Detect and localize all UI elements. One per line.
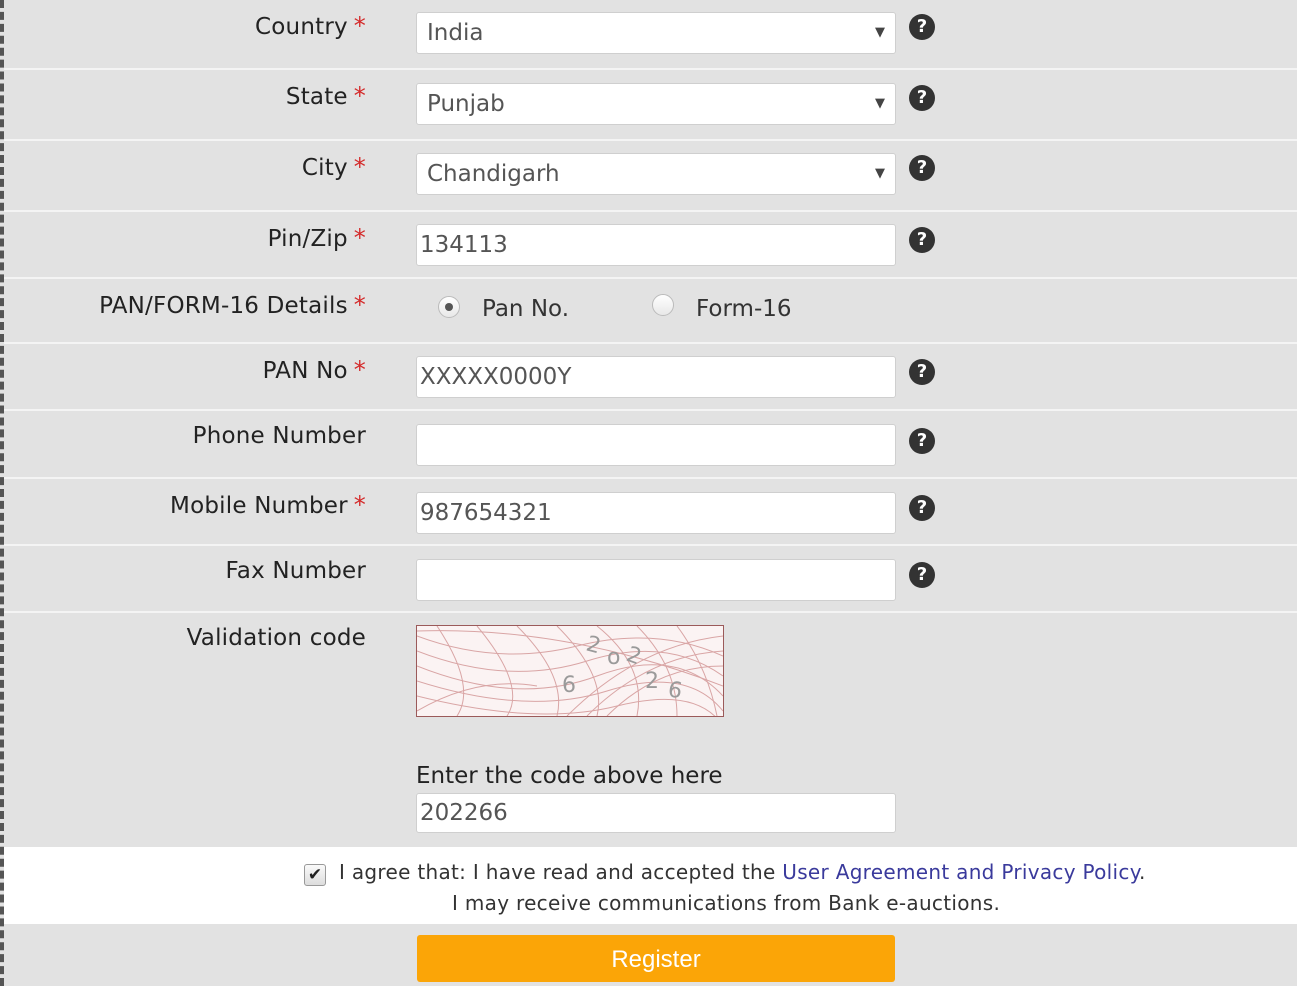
svg-text:2: 2 (583, 632, 603, 660)
chevron-down-icon: ▼ (875, 25, 885, 40)
state-label: State * (285, 82, 366, 110)
validation-label: Validation code (186, 625, 366, 651)
required-marker: * (353, 356, 366, 384)
help-icon[interactable]: ? (909, 495, 935, 521)
pan-no-input[interactable] (416, 356, 896, 398)
captcha-image: 2 o 2 6 2 6 (416, 625, 724, 717)
register-button[interactable]: Register (417, 935, 895, 982)
city-label: City * (301, 153, 366, 181)
pan-no-label: PAN No * (262, 356, 366, 384)
state-value: Punjab (427, 91, 505, 117)
required-marker: * (353, 224, 366, 252)
svg-text:o: o (607, 645, 620, 670)
required-marker: * (353, 12, 366, 40)
pin-input[interactable] (416, 224, 896, 266)
help-icon[interactable]: ? (909, 14, 935, 40)
phone-row: Phone Number ? (4, 411, 1297, 479)
city-row: City * Chandigarh ▼ ? (4, 141, 1297, 212)
validation-code-input[interactable] (416, 793, 896, 833)
svg-text:2: 2 (645, 669, 659, 694)
user-agreement-link[interactable]: User Agreement and Privacy Policy (782, 860, 1139, 884)
country-row: Country * India ▼ ? (4, 0, 1297, 70)
form16-radio-label[interactable]: Form-16 (696, 296, 792, 322)
city-value: Chandigarh (427, 161, 560, 187)
validation-row: Validation code 2 o 2 6 2 6 Enter the co… (4, 613, 1297, 847)
agree-checkbox[interactable]: ✔ (304, 864, 326, 886)
country-label: Country * (255, 12, 366, 40)
fax-row: Fax Number ? (4, 546, 1297, 613)
required-marker: * (353, 82, 366, 110)
agreement-section: ✔ I agree that: I have read and accepted… (4, 847, 1297, 924)
fax-input[interactable] (416, 559, 896, 601)
country-select[interactable]: India ▼ (416, 12, 896, 54)
pin-row: Pin/Zip* ? (4, 212, 1297, 279)
help-icon[interactable]: ? (909, 85, 935, 111)
help-icon[interactable]: ? (909, 155, 935, 181)
help-icon[interactable]: ? (909, 428, 935, 454)
pan-form-row: PAN/FORM-16 Details * Pan No. Form-16 (4, 279, 1297, 344)
required-marker: * (353, 291, 366, 319)
required-marker: * (353, 491, 366, 519)
help-icon[interactable]: ? (909, 562, 935, 588)
help-icon[interactable]: ? (909, 227, 935, 253)
enter-code-label: Enter the code above here (416, 763, 723, 789)
phone-input[interactable] (416, 424, 896, 466)
help-icon[interactable]: ? (909, 359, 935, 385)
mobile-label: Mobile Number * (170, 491, 366, 519)
pan-no-row: PAN No* ? (4, 344, 1297, 411)
state-select[interactable]: Punjab ▼ (416, 83, 896, 125)
chevron-down-icon: ▼ (875, 96, 885, 111)
communications-notice: I may receive communications from Bank e… (452, 891, 1001, 915)
required-marker: * (353, 153, 366, 181)
country-value: India (427, 20, 484, 46)
svg-text:6: 6 (562, 673, 576, 698)
form16-radio[interactable] (652, 294, 674, 316)
pan-no-radio[interactable] (438, 296, 460, 318)
phone-label: Phone Number (192, 423, 366, 449)
agreement-text: I agree that: I have read and accepted t… (339, 860, 1146, 884)
pan-form-label: PAN/FORM-16 Details * (99, 291, 366, 319)
pin-label: Pin/Zip * (267, 224, 366, 252)
chevron-down-icon: ▼ (875, 166, 885, 181)
fax-label: Fax Number (225, 558, 366, 584)
svg-text:2: 2 (623, 642, 645, 670)
pan-no-radio-label[interactable]: Pan No. (482, 296, 569, 322)
mobile-row: Mobile Number* ? (4, 479, 1297, 546)
city-select[interactable]: Chandigarh ▼ (416, 153, 896, 195)
state-row: State * Punjab ▼ ? (4, 70, 1297, 141)
registration-form: Country * India ▼ ? State * Punjab ▼ ? Cit… (0, 0, 1297, 986)
mobile-input[interactable] (416, 492, 896, 534)
